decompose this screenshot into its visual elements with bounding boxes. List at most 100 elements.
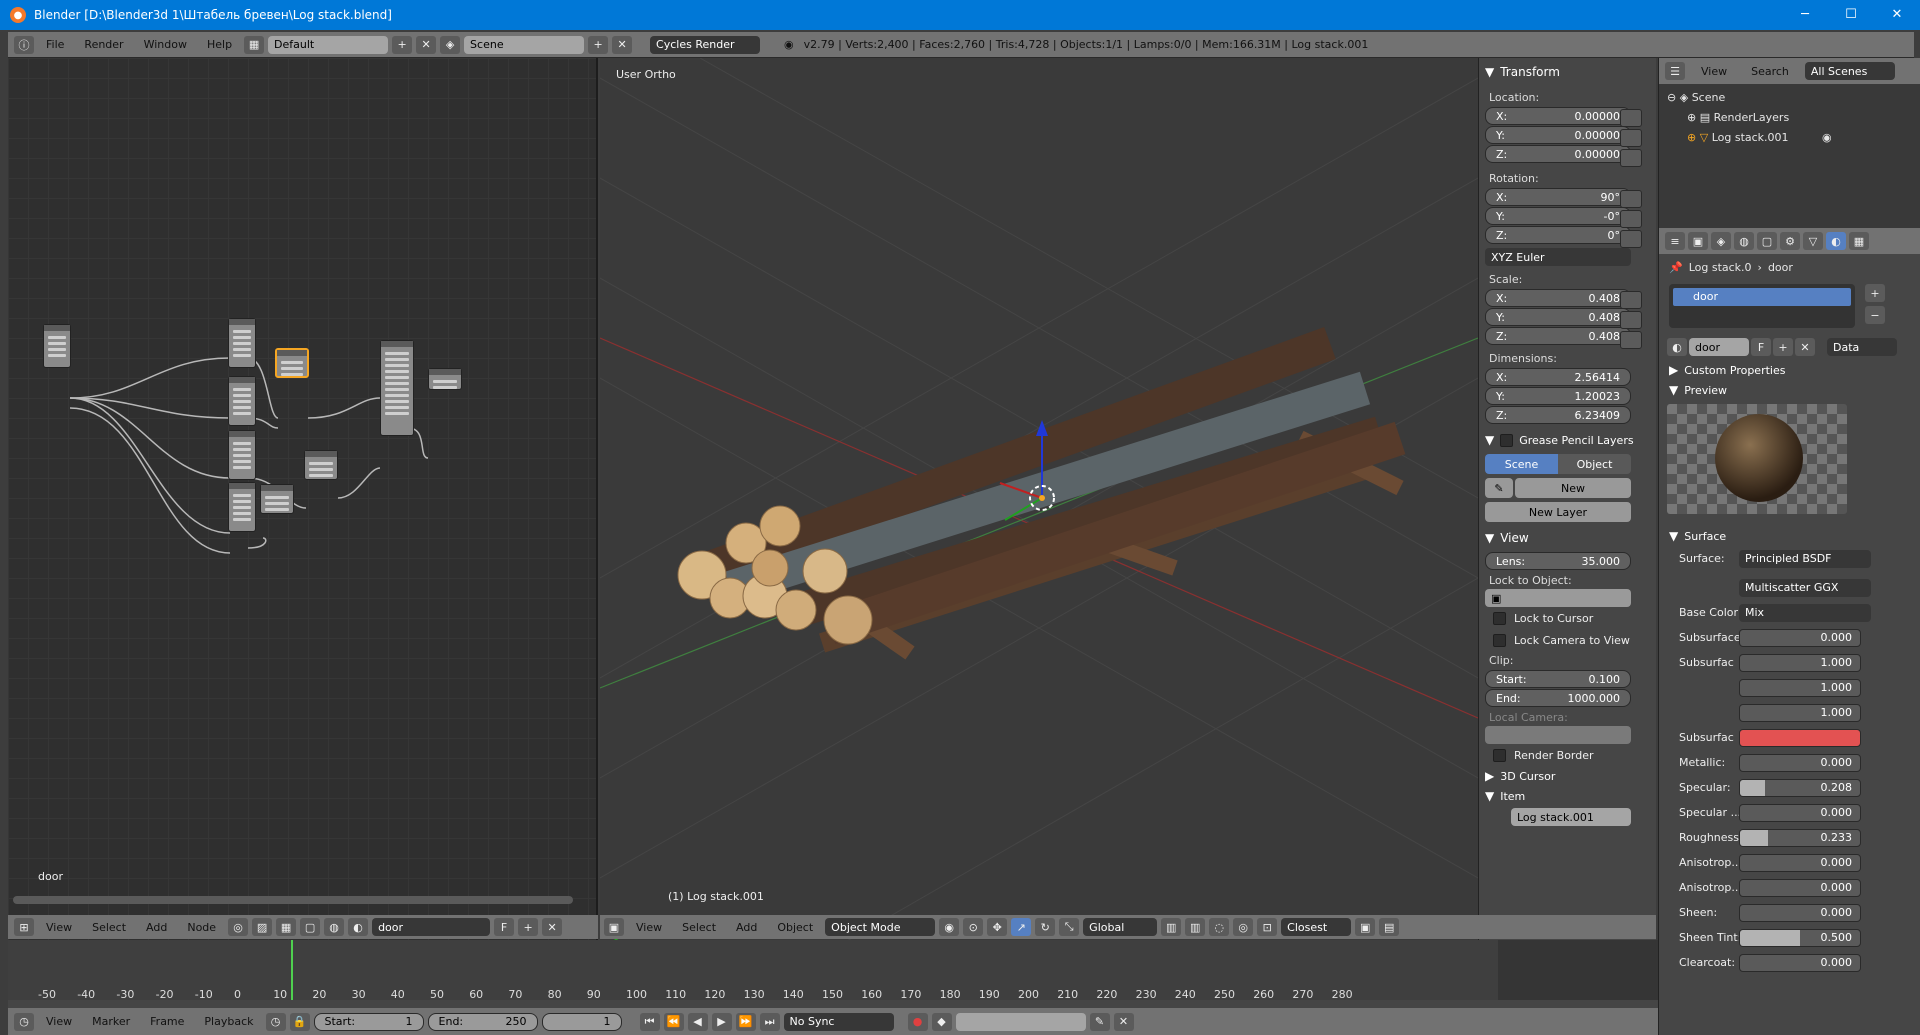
screen-layout-icon[interactable]: ▦	[244, 35, 265, 54]
add-scene-icon[interactable]: +	[588, 35, 609, 54]
lock-icon[interactable]	[1620, 291, 1642, 309]
material-name-field[interactable]: door	[1689, 338, 1749, 356]
scale-x-field[interactable]: X: 0.408	[1485, 289, 1631, 307]
lock-icon[interactable]	[1620, 109, 1642, 127]
render-engine-dropdown[interactable]: Cycles Render	[650, 35, 761, 54]
node-principled-bsdf[interactable]	[380, 340, 414, 436]
property-slider[interactable]: 0.208	[1739, 778, 1861, 797]
location-x-field[interactable]: X: 0.00000	[1485, 107, 1631, 125]
screen-layout-field[interactable]: Default	[268, 35, 389, 54]
lock-icon[interactable]	[1620, 230, 1642, 248]
local-camera-field[interactable]	[1485, 726, 1631, 744]
keying-set-field[interactable]	[955, 1012, 1086, 1031]
current-frame-field[interactable]: 1	[541, 1012, 622, 1031]
rotation-y-field[interactable]: Y: -0°	[1485, 207, 1631, 225]
current-frame-marker[interactable]	[291, 940, 293, 1000]
rotation-z-field[interactable]: Z: 0°	[1485, 226, 1631, 244]
outliner-menu-view[interactable]: View	[1693, 65, 1735, 78]
scale-z-field[interactable]: Z: 0.408	[1485, 327, 1631, 345]
lock-icon[interactable]	[1620, 210, 1642, 228]
node-fake-user-button[interactable]: F	[494, 918, 515, 936]
info-editor-icon[interactable]: ⓘ	[14, 35, 34, 54]
lock-camera-checkbox[interactable]: Lock Camera to View	[1485, 629, 1650, 651]
start-frame-field[interactable]: Start: 1	[313, 1012, 424, 1031]
preview-header[interactable]: ▼ Preview	[1659, 380, 1920, 400]
close-button[interactable]: ✕	[1874, 0, 1920, 30]
vp-menu-select[interactable]: Select	[674, 921, 724, 934]
distribution-dropdown[interactable]: Multiscatter GGX	[1739, 578, 1871, 597]
3d-cursor-panel-header[interactable]: ▶ 3D Cursor	[1485, 766, 1650, 786]
new-material-icon[interactable]: +	[1773, 338, 1793, 356]
translate-icon[interactable]: ↗	[1011, 918, 1032, 936]
node-unlink-icon[interactable]: ✕	[542, 918, 563, 936]
opengl-render-icon[interactable]: ▣	[1355, 918, 1376, 936]
snap-target-dropdown[interactable]: Closest	[1281, 918, 1352, 936]
object-shader-icon[interactable]: ▢	[300, 918, 321, 936]
tl-menu-playback[interactable]: Playback	[196, 1015, 261, 1028]
snap-icon[interactable]: ⊡	[1257, 918, 1278, 936]
3d-viewport[interactable]: User Ortho (1) Log stack.001	[600, 58, 1478, 968]
view-panel-header[interactable]: ▼ View	[1485, 528, 1650, 548]
remove-layout-icon[interactable]: ✕	[416, 35, 437, 54]
tl-menu-view[interactable]: View	[38, 1015, 80, 1028]
property-slider[interactable]: 1.000	[1739, 678, 1861, 697]
property-slider[interactable]	[1739, 728, 1861, 747]
dimension-z-field[interactable]: Z: 6.23409	[1485, 406, 1631, 424]
node-menu-view[interactable]: View	[38, 921, 80, 934]
node-texture-coordinate[interactable]	[43, 324, 71, 368]
lock-icon[interactable]	[1620, 129, 1642, 147]
item-panel-header[interactable]: ▼ Item	[1485, 786, 1650, 806]
opengl-anim-icon[interactable]: ▤	[1379, 918, 1400, 936]
keying-set-icon[interactable]: ◆	[931, 1012, 952, 1031]
lock-object-field[interactable]: ▣	[1485, 589, 1631, 607]
scene-field[interactable]: Scene	[464, 35, 585, 54]
texture-tab-icon[interactable]: ▦	[1849, 232, 1869, 250]
scene-icon[interactable]: ◈	[440, 35, 461, 54]
node-menu-node[interactable]: Node	[179, 921, 224, 934]
scale-y-field[interactable]: Y: 0.408	[1485, 308, 1631, 326]
render-preview-icon[interactable]: ◌	[1209, 918, 1230, 936]
location-z-field[interactable]: Z: 0.00000	[1485, 145, 1631, 163]
outliner-menu-search[interactable]: Search	[1743, 65, 1797, 78]
lock-icon[interactable]	[1620, 331, 1642, 349]
property-slider[interactable]: 0.233	[1739, 828, 1861, 847]
link-dropdown[interactable]: Data	[1827, 338, 1897, 356]
tl-menu-marker[interactable]: Marker	[84, 1015, 138, 1028]
shading-mode-icon[interactable]: ◉	[939, 918, 960, 936]
object-tab-icon[interactable]: ▢	[1757, 232, 1777, 250]
delete-keyframe-icon[interactable]: ✕	[1113, 1012, 1134, 1031]
scene-tab-icon[interactable]: ◈	[1711, 232, 1731, 250]
menu-window[interactable]: Window	[136, 38, 195, 51]
outliner-item-log-stack[interactable]: ⊕ ▽ Log stack.001 ◉	[1667, 128, 1912, 148]
world-shader-icon[interactable]: ◍	[324, 918, 345, 936]
lock-icon[interactable]	[1620, 149, 1642, 167]
node-image-texture[interactable]	[228, 482, 256, 532]
prev-keyframe-icon[interactable]: ⏪	[663, 1012, 684, 1031]
rotate-icon[interactable]: ↻	[1035, 918, 1056, 936]
property-slider[interactable]: 0.000	[1739, 753, 1861, 772]
add-layout-icon[interactable]: +	[392, 35, 413, 54]
item-name-field[interactable]: Log stack.001	[1511, 808, 1631, 826]
node-material-field[interactable]: door	[372, 918, 491, 936]
transform-panel-header[interactable]: ▼ Transform	[1485, 62, 1650, 82]
vp-menu-object[interactable]: Object	[769, 921, 821, 934]
property-slider[interactable]: 0.000	[1739, 903, 1861, 922]
layers-icon[interactable]: ▥	[1161, 918, 1182, 936]
node-menu-add[interactable]: Add	[138, 921, 175, 934]
minimize-button[interactable]: ─	[1782, 0, 1828, 30]
world-tab-icon[interactable]: ◍	[1734, 232, 1754, 250]
scale-icon[interactable]: ⤡	[1059, 918, 1080, 936]
jump-start-icon[interactable]: ⏮	[639, 1012, 660, 1031]
grease-pencil-panel-header[interactable]: ▼ Grease Pencil Layers	[1485, 430, 1650, 450]
checkbox-icon[interactable]	[1500, 433, 1514, 447]
rotation-x-field[interactable]: X: 90°	[1485, 188, 1631, 206]
outliner-filter-dropdown[interactable]: All Scenes	[1804, 62, 1895, 80]
base-color-dropdown[interactable]: Mix	[1739, 603, 1871, 622]
unlink-material-icon[interactable]: ✕	[1795, 338, 1815, 356]
tl-menu-frame[interactable]: Frame	[142, 1015, 192, 1028]
next-keyframe-icon[interactable]: ⏩	[735, 1012, 756, 1031]
property-slider[interactable]: 0.000	[1739, 853, 1861, 872]
node-editor-scrollbar[interactable]	[13, 896, 573, 904]
material-slot[interactable]: door	[1673, 288, 1851, 306]
node-editor-type-icon[interactable]: ⊞	[14, 918, 34, 936]
